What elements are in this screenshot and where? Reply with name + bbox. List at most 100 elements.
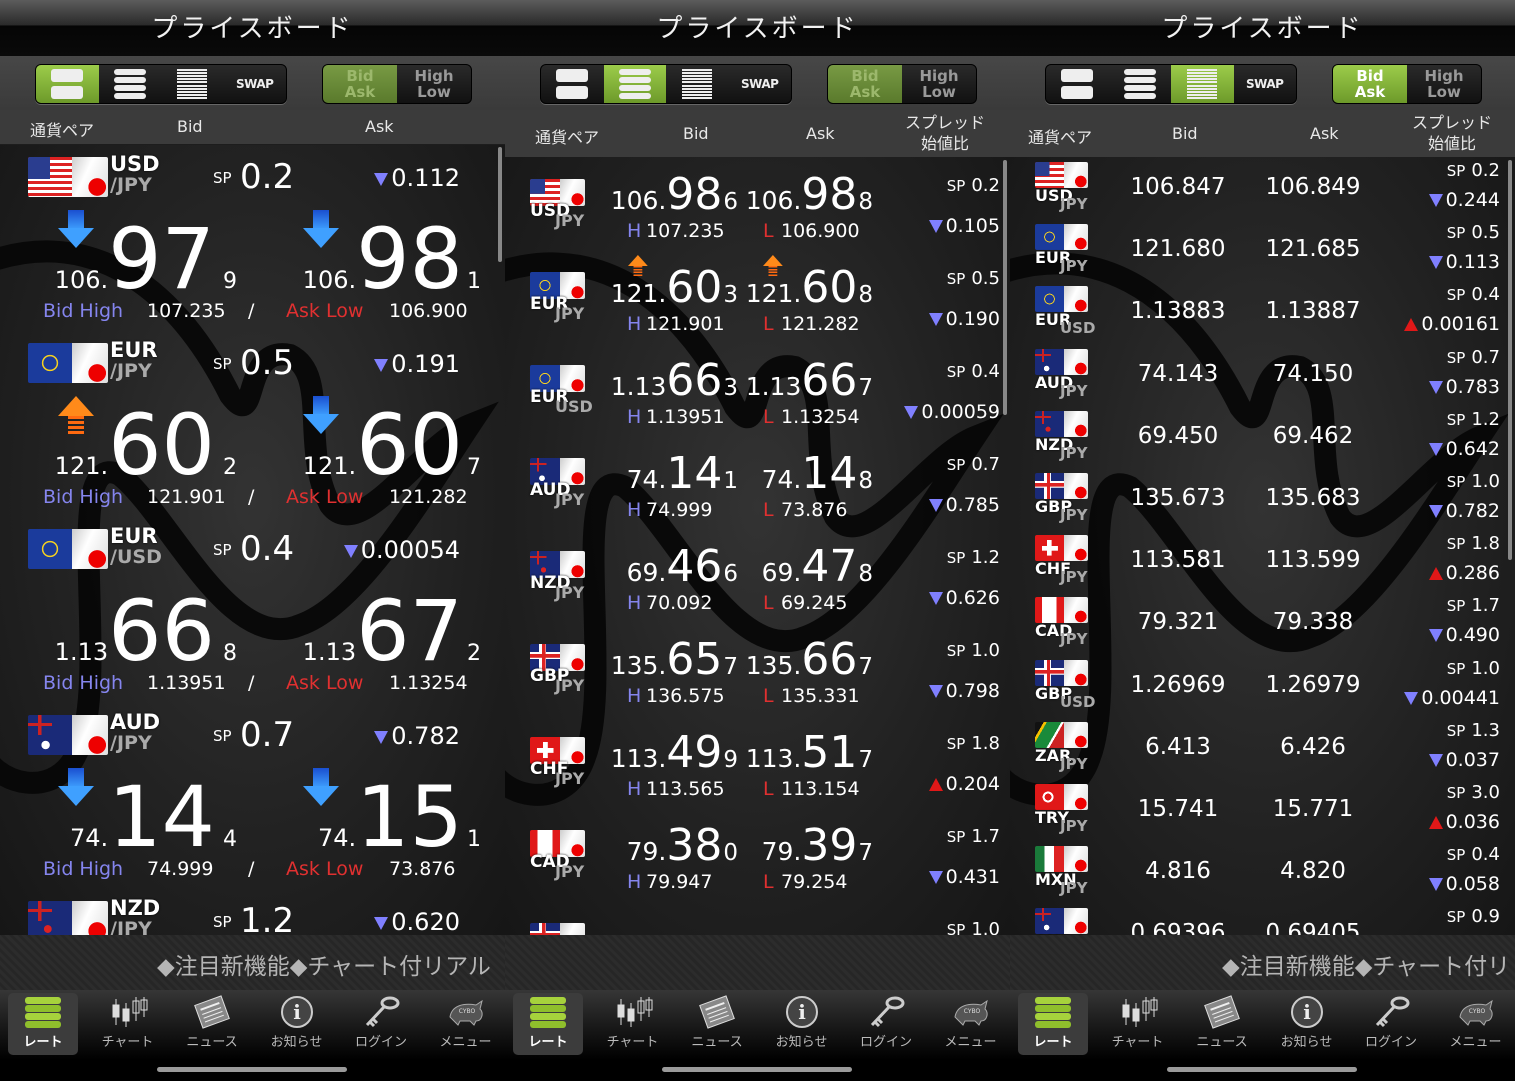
price-big-digits: 98 <box>666 169 723 220</box>
nav-item-news[interactable]: ニュース <box>177 993 247 1055</box>
rate-row-gbp-usd[interactable]: GBP USD 1.26969 1.26979 SP 1.0 0.00441 <box>1010 655 1515 717</box>
rate-row-eur-jpy[interactable]: EUR JPY SP 0.5 0.190 121. 60 3 121. 60 8 H 121.901 L 1… <box>505 250 1010 343</box>
price-prefix: 121. <box>54 452 109 480</box>
nav-item-news[interactable]: ニュース <box>682 993 752 1055</box>
rate-row-try-jpy[interactable]: TRY JPY 15.741 15.771 SP 3.0 0.036 <box>1010 779 1515 841</box>
candlestick-chart-icon <box>1118 995 1158 1029</box>
swap-view-button[interactable]: SWAP <box>224 65 287 103</box>
rate-row-nzd-jpy[interactable]: NZDJPY SP 1.2 0.620 <box>0 894 505 935</box>
rate-row-cad-jpy[interactable]: CAD JPY SP 1.7 0.431 79. 38 0 79. 39 7 H 79.947 L 79.2… <box>505 808 1010 901</box>
nav-item-menu[interactable]: CYBO メニュー <box>431 993 501 1055</box>
rate-list[interactable]: USD JPY 106.847 106.849 SP 0.2 0.244 EUR JPY 121.… <box>1010 157 1515 935</box>
nav-item-login[interactable]: ログイン <box>851 993 921 1055</box>
scrollbar[interactable] <box>1508 160 1512 560</box>
rate-row-usd-jpy[interactable]: USD JPY 106.847 106.849 SP 0.2 0.244 <box>1010 157 1515 219</box>
price-mode-toggle[interactable]: Bid Ask High Low <box>827 64 977 104</box>
view-mode-toggle[interactable]: SWAP <box>35 64 287 104</box>
bid-ask-button[interactable]: Bid Ask <box>1333 65 1407 103</box>
nav-item-chart[interactable]: チャート <box>1103 993 1173 1055</box>
rate-row-aud-jpy[interactable]: AUD JPY 74.143 74.150 SP 0.7 0.783 <box>1010 344 1515 406</box>
rate-row-chf-jpy[interactable]: CHF JPY 113.581 113.599 SP 1.8 0.286 <box>1010 530 1515 592</box>
price: 79. 38 0 <box>627 824 738 868</box>
rate-row-usd-jpy[interactable]: USDJPYSP0.20.112106.979106.981Bid High10… <box>0 150 505 336</box>
column-header: 通貨ペア Bid Ask スプレッド 始値比 <box>1010 110 1515 157</box>
rate-row-nzd-jpy[interactable]: NZD JPY SP 1.2 0.626 69. 46 6 69. 47 8 H 70.092 L 69.2… <box>505 529 1010 622</box>
view-medium-button[interactable] <box>1109 65 1172 103</box>
news-ticker[interactable]: ◆注目新機能◆チャート付リ <box>1010 935 1515 990</box>
high-low-button[interactable]: High Low <box>902 65 976 103</box>
price-mode-toggle[interactable]: Bid Ask High Low <box>1332 64 1482 104</box>
rate-row-eur-jpy[interactable]: EURJPYSP0.50.191121.602121.607Bid High12… <box>0 336 505 522</box>
nav-item-rate[interactable]: レート <box>8 993 78 1055</box>
currency-flag-icon <box>1035 535 1088 561</box>
nav-item-login[interactable]: ログイン <box>1356 993 1426 1055</box>
nav-item-menu[interactable]: CYBO メニュー <box>936 993 1006 1055</box>
rate-row-gbp-jpy[interactable]: GBP JPY SP 1.0 0.798 135. 65 7 135. 66 7 H 136.575 L 1… <box>505 622 1010 715</box>
rate-row-cad-jpy[interactable]: CAD JPY 79.321 79.338 SP 1.7 0.490 <box>1010 592 1515 654</box>
nav-item-chart[interactable]: チャート <box>598 993 668 1055</box>
view-compact-button[interactable] <box>666 65 729 103</box>
ask-label: Ask <box>1354 83 1386 101</box>
nav-item-notice[interactable]: i お知らせ <box>262 993 332 1055</box>
nav-item-login[interactable]: ログイン <box>346 993 416 1055</box>
nav-item-notice[interactable]: i お知らせ <box>1272 993 1342 1055</box>
ask-low-value: 106.900 <box>389 300 468 322</box>
price-pip: 7 <box>858 375 873 401</box>
price-board-screen: プライスボードSWAPBidAskHighLow通貨ペアBidAskUSDJPY… <box>0 0 505 1081</box>
nav-item-rate[interactable]: レート <box>1018 993 1088 1055</box>
news-ticker[interactable]: ◆注目新機能◆チャート付リアル <box>0 935 505 990</box>
home-indicator[interactable] <box>662 1067 852 1072</box>
view-compact-button[interactable] <box>161 65 224 103</box>
rate-row-aud-usd[interactable]: AUDUSD0.693960.69405SP0.9 <box>1010 903 1515 935</box>
view-medium-button[interactable] <box>99 65 162 103</box>
rate-row-aud-jpy[interactable]: AUDJPYSP0.70.78274.14474.151Bid High74.9… <box>0 708 505 894</box>
scrollbar[interactable] <box>498 147 502 262</box>
bid-ask-button[interactable]: Bid Ask <box>828 65 902 103</box>
scrollbar[interactable] <box>1003 160 1007 415</box>
price-board-screen: プライスボード SWAP Bid Ask High Low 通貨ペア Bid Ask スプレッド始… <box>1010 0 1515 1081</box>
rate-row-gbp-jpy[interactable]: GBP JPY 135.673 135.683 SP 1.0 0.782 <box>1010 468 1515 530</box>
price-mode-toggle[interactable]: Bid Ask High Low <box>322 64 472 104</box>
medium-rows-icon <box>1123 69 1156 99</box>
nav-item-chart[interactable]: チャート <box>93 993 163 1055</box>
rate-list[interactable]: USD JPY SP 0.2 0.105 106. 98 6 106. 98 8 H 107.235 L 1… <box>505 157 1010 935</box>
view-large-button[interactable] <box>36 65 99 103</box>
high-low-button[interactable]: High Low <box>397 65 471 103</box>
low-label: L <box>763 220 774 242</box>
swap-view-button[interactable]: SWAP <box>1234 65 1297 103</box>
swap-view-button[interactable]: SWAP <box>729 65 792 103</box>
view-mode-toggle[interactable]: SWAP <box>1045 64 1297 104</box>
rate-list-icon <box>528 995 568 1029</box>
view-large-button[interactable] <box>541 65 604 103</box>
rate-row-aud-jpy[interactable]: AUD JPY SP 0.7 0.785 74. 14 1 74. 14 8 H 74.999 L 73.8… <box>505 436 1010 529</box>
rate-row-usd-jpy[interactable]: USD JPY SP 0.2 0.105 106. 98 6 106. 98 8 H 107.235 L 1… <box>505 157 1010 250</box>
bid-ask-button[interactable]: Bid Ask <box>323 65 397 103</box>
nav-item-rate[interactable]: レート <box>513 993 583 1055</box>
rate-row-eur-jpy[interactable]: EUR JPY 121.680 121.685 SP 0.5 0.113 <box>1010 219 1515 281</box>
swap-label: SWAP <box>741 77 779 91</box>
price: 106. 98 1 <box>303 217 481 301</box>
nav-item-notice[interactable]: i お知らせ <box>767 993 837 1055</box>
rate-row-mxn-jpy[interactable]: MXN JPY 4.816 4.820 SP 0.4 0.058 <box>1010 841 1515 903</box>
high-low-button[interactable]: High Low <box>1407 65 1481 103</box>
price-big-digits: 47 <box>801 541 858 592</box>
view-medium-button[interactable] <box>603 65 666 103</box>
rate-row-gbp-usd[interactable]: GBPUSDSP1.0 <box>505 901 1010 935</box>
view-mode-toggle[interactable]: SWAP <box>540 64 792 104</box>
news-ticker[interactable] <box>505 935 1010 990</box>
home-indicator[interactable] <box>157 1067 347 1072</box>
nav-item-menu[interactable]: CYBO メニュー <box>1441 993 1511 1055</box>
view-large-button[interactable] <box>1046 65 1109 103</box>
view-compact-button[interactable] <box>1171 65 1234 103</box>
rate-row-eur-usd[interactable]: EURUSDSP0.40.000541.136681.13672Bid High… <box>0 522 505 708</box>
rate-row-zar-jpy[interactable]: ZAR JPY 6.413 6.426 SP 1.3 0.037 <box>1010 717 1515 779</box>
rate-row-eur-usd[interactable]: EUR USD SP 0.4 0.00059 1.13 66 3 1.13 66 7 H 1.13951… <box>505 343 1010 436</box>
rate-list[interactable]: USDJPYSP0.20.112106.979106.981Bid High10… <box>0 145 505 935</box>
price: 74. 15 1 <box>318 775 481 859</box>
rate-row-chf-jpy[interactable]: CHF JPY SP 1.8 0.204 113. 49 9 113. 51 7 H 113.565 L 1… <box>505 715 1010 808</box>
nav-item-news[interactable]: ニュース <box>1187 993 1257 1055</box>
rate-row-eur-usd[interactable]: EUR USD 1.13883 1.13887 SP 0.4 0.00161 <box>1010 281 1515 343</box>
rate-row-nzd-jpy[interactable]: NZD JPY 69.450 69.462 SP 1.2 0.642 <box>1010 406 1515 468</box>
price-big-digits: 60 <box>108 396 215 494</box>
home-indicator[interactable] <box>1167 1067 1357 1072</box>
